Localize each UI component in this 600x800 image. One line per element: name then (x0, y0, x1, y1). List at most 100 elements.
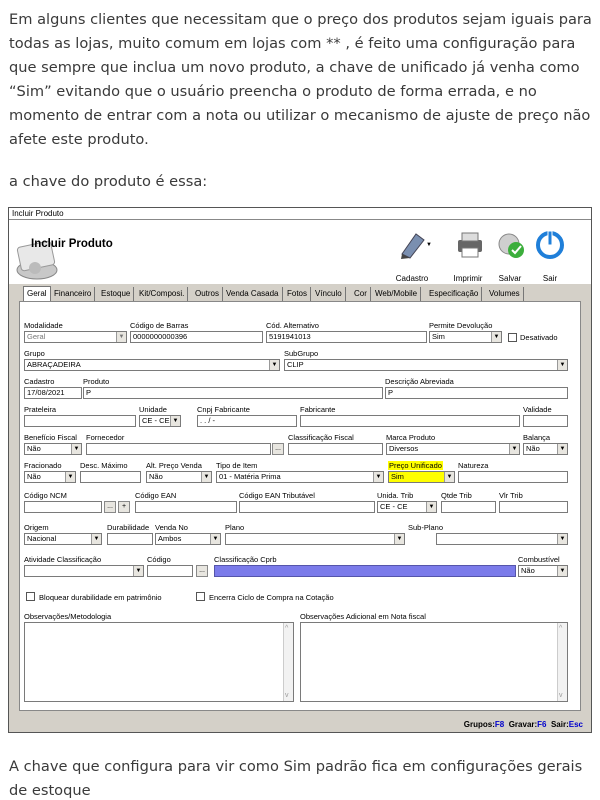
window-header: Incluir Produto ▼ Cadastro Imprimir Salv… (9, 220, 591, 284)
fabricante-field[interactable] (300, 415, 520, 427)
unidade-label: Unidade (139, 405, 167, 414)
codigo-ean-field[interactable] (135, 501, 237, 513)
venda-no-select[interactable]: Ambos ▼ (155, 533, 221, 545)
unid-trib-select[interactable]: CE - CE ▼ (377, 501, 437, 513)
codigo-barras-field[interactable]: 0000000000396 (130, 331, 263, 343)
classificacao-fiscal-label: Classificação Fiscal (288, 433, 354, 442)
codigo-search-button[interactable]: ... (196, 565, 208, 577)
fabricante-label: Fabricante (300, 405, 336, 414)
ncm-add-button[interactable]: + (118, 501, 130, 513)
imprimir-button[interactable]: Imprimir (446, 228, 490, 284)
tab-especificacao[interactable]: Especificação (426, 287, 483, 301)
natureza-field[interactable] (458, 471, 568, 483)
plano-select[interactable]: ▼ (225, 533, 405, 545)
tipo-item-label: Tipo de Item (216, 461, 258, 470)
venda-no-label: Venda No (155, 523, 188, 532)
codigo-ncm-field[interactable] (24, 501, 102, 513)
tab-fotos[interactable]: Fotos (284, 287, 312, 301)
produto-field[interactable]: P (83, 387, 383, 399)
preco-unificado-label: Preço Unificado (388, 461, 443, 470)
plano-label: Plano (225, 523, 245, 532)
fornecedor-label: Fornecedor (86, 433, 125, 442)
intro-paragraph: Em alguns clientes que necessitam que o … (9, 11, 592, 148)
codigo-ean-tributavel-label: Código EAN Tributável (239, 491, 315, 500)
vlr-trib-label: Vlr Trib (499, 491, 523, 500)
balanca-select[interactable]: Não ▼ (523, 443, 568, 455)
unidade-select[interactable]: CE - CE ▼ (139, 415, 181, 427)
prateleira-label: Prateleira (24, 405, 57, 414)
tab-geral[interactable]: Geral (23, 286, 51, 302)
fracionado-select[interactable]: Não ▼ (24, 471, 76, 483)
cadastro-label: Cadastro (395, 274, 429, 283)
salvar-button[interactable]: Salvar (488, 228, 532, 284)
observacoes-textarea[interactable]: ^ v (24, 622, 294, 702)
gravar-shortcut-key: F6 (537, 720, 547, 729)
tab-volumes[interactable]: Volumes (486, 287, 524, 301)
cod-alternativo-field[interactable]: 5191941013 (266, 331, 427, 343)
cod-alternativo-label: Cód. Alternativo (266, 321, 319, 330)
bloquear-durabilidade-checkbox[interactable] (26, 592, 35, 601)
origem-select[interactable]: Nacional ▼ (24, 533, 102, 545)
desativado-checkbox[interactable] (508, 333, 517, 342)
tab-vinculo[interactable]: Vínculo (312, 287, 346, 301)
descricao-abreviada-field[interactable]: P (385, 387, 568, 399)
qtde-trib-field[interactable] (441, 501, 496, 513)
prateleira-field[interactable] (24, 415, 136, 427)
fornecedor-search-button[interactable]: ... (272, 443, 284, 455)
atividade-classificacao-select[interactable]: ▼ (24, 565, 144, 577)
ncm-search-button[interactable]: ... (104, 501, 116, 513)
vlr-trib-field[interactable] (499, 501, 568, 513)
combustivel-select[interactable]: Não ▼ (518, 565, 568, 577)
sair-label: Sair (542, 274, 558, 283)
descricao-abreviada-label: Descrição Abreviada (385, 377, 454, 386)
grupo-select[interactable]: ABRAÇADEIRA ▼ (24, 359, 280, 371)
tipo-item-select[interactable]: 01 - Matéria Prima ▼ (216, 471, 384, 483)
produto-label: Produto (83, 377, 110, 386)
natureza-label: Natureza (458, 461, 489, 470)
qtde-trib-label: Qtde Trib (441, 491, 472, 500)
tab-web-mobile[interactable]: Web/Mobile (372, 287, 422, 301)
marca-produto-select[interactable]: Diversos ▼ (386, 443, 520, 455)
cnpj-fabricante-field[interactable]: . . / - (197, 415, 297, 427)
tab-kit-composicao[interactable]: Kit/Composi. (136, 287, 189, 301)
durabilidade-field[interactable] (107, 533, 153, 545)
beneficio-fiscal-select[interactable]: Não ▼ (24, 443, 82, 455)
codigo-barras-label: Código de Barras (130, 321, 189, 330)
validade-field[interactable] (523, 415, 568, 427)
printer-icon (458, 232, 482, 258)
cadastro-button[interactable]: ▼ Cadastro (390, 228, 434, 284)
fornecedor-field[interactable] (86, 443, 271, 455)
preco-unificado-select[interactable]: Sim ▼ (388, 471, 455, 483)
grupos-shortcut-key: F8 (494, 720, 505, 729)
tab-cor[interactable]: Cor (351, 287, 371, 301)
cnpj-fabricante-label: Cnpj Fabricante (197, 405, 250, 414)
sub-plano-select[interactable]: ▼ (436, 533, 568, 545)
sair-shortcut-key: Esc (568, 720, 583, 729)
unid-trib-label: Unida. Trib (377, 491, 414, 500)
cadastro-icon (401, 233, 425, 259)
codigo-ean-tributavel-field[interactable] (239, 501, 375, 513)
tab-estoque[interactable]: Estoque (98, 287, 135, 301)
codigo-ean-label: Código EAN (135, 491, 177, 500)
classificacao-fiscal-field[interactable] (288, 443, 383, 455)
encerra-ciclo-checkbox[interactable] (196, 592, 205, 601)
modalidade-select[interactable]: Geral ▼ (24, 331, 127, 343)
atividade-classificacao-label: Atividade Classificação (24, 555, 102, 564)
classificacao-cprb-field[interactable] (214, 565, 516, 577)
marca-produto-label: Marca Produto (386, 433, 436, 442)
tab-outros[interactable]: Outros (192, 287, 224, 301)
alt-preco-venda-select[interactable]: Não ▼ (146, 471, 212, 483)
tab-financeiro[interactable]: Financeiro (51, 287, 96, 301)
bloquear-durabilidade-label: Bloquear durabilidade em patrimônio (39, 593, 162, 602)
classificacao-cprb-label: Classificação Cprb (214, 555, 277, 564)
tab-venda-casada[interactable]: Venda Casada (223, 287, 283, 301)
observacoes-nf-textarea[interactable]: ^ v (300, 622, 568, 702)
cadastro-date-field[interactable]: 17/08/2021 (24, 387, 82, 399)
desc-maximo-field[interactable] (80, 471, 141, 483)
codigo-field[interactable] (147, 565, 193, 577)
sair-button[interactable]: Sair (528, 228, 572, 284)
permite-devolucao-select[interactable]: Sim ▼ (429, 331, 502, 343)
key-caption: a chave do produto é essa: (9, 173, 208, 190)
alt-preco-venda-label: Alt. Preço Venda (146, 461, 202, 470)
subgrupo-select[interactable]: CLIP ▼ (284, 359, 568, 371)
